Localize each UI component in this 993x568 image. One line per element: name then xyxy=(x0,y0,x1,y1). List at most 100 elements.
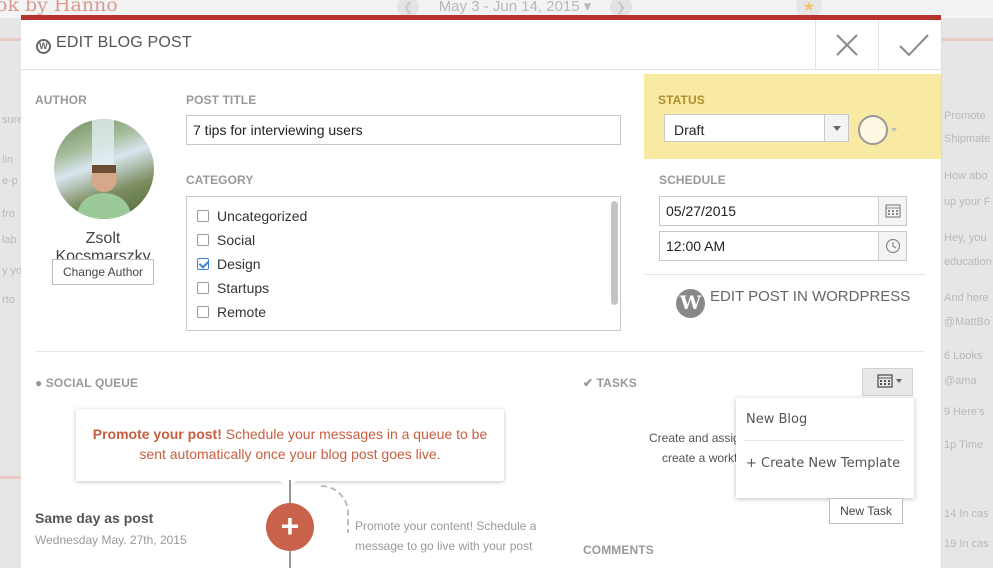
timeline-title: Same day as post xyxy=(35,510,154,526)
category-label-text: Startups xyxy=(217,280,270,296)
category-item-social[interactable]: Social xyxy=(197,232,255,248)
plus-icon: + xyxy=(280,508,300,544)
status-label: STATUS xyxy=(658,93,705,107)
checkbox[interactable] xyxy=(197,306,209,318)
background-divider xyxy=(942,38,993,41)
category-label-text: Social xyxy=(217,232,256,248)
callout-bold: Promote your post! xyxy=(92,426,222,442)
schedule-date-value: 05/27/2015 xyxy=(666,203,737,219)
background-text: And here xyxy=(944,292,989,304)
background-text: 1p Time xyxy=(944,439,984,451)
background-text: Hey, you xyxy=(944,232,987,244)
checkmark-small-icon: ✔ xyxy=(583,376,597,390)
category-item-remote[interactable]: Remote xyxy=(197,304,266,320)
new-task-button[interactable]: New Task xyxy=(829,498,903,524)
close-button[interactable] xyxy=(815,20,878,70)
modal-header: W EDIT BLOG POST xyxy=(21,20,941,70)
change-author-button[interactable]: Change Author xyxy=(52,259,154,285)
save-button[interactable] xyxy=(878,20,941,70)
category-item-startups[interactable]: Startups xyxy=(197,280,269,296)
clock-icon[interactable] xyxy=(878,232,906,260)
tasks-heading: ✔ TASKS xyxy=(583,376,637,390)
chevron-down-icon xyxy=(824,115,848,141)
status-color-picker[interactable] xyxy=(858,115,888,145)
speech-bubble-icon: ● xyxy=(35,376,46,390)
checkbox[interactable] xyxy=(197,282,209,294)
modal-title: W EDIT BLOG POST xyxy=(36,34,192,54)
avatar xyxy=(54,119,154,219)
add-message-button[interactable]: + xyxy=(266,503,314,551)
comments-label: COMMENTS xyxy=(583,543,654,557)
calendar-icon[interactable] xyxy=(878,197,906,225)
background-divider xyxy=(0,38,21,41)
section-divider xyxy=(35,351,925,352)
template-dropdown-menu: New Blog + Create New Template xyxy=(736,398,914,498)
category-list: Uncategorized Social Design Startups Rem… xyxy=(186,196,621,331)
callout-line-2: sent automatically once your blog post g… xyxy=(139,446,441,462)
background-text: Shipmate xyxy=(944,133,991,145)
background-text: 9 Here's xyxy=(944,406,985,418)
wordpress-icon: W xyxy=(36,39,51,54)
background-left-column: sure lin e-p fro lab y yo rto xyxy=(0,18,21,568)
callout-text: Schedule your messages in a queue to be xyxy=(225,426,488,442)
dashed-arrow xyxy=(321,485,349,533)
status-value: Draft xyxy=(674,122,705,138)
background-text: lin xyxy=(2,154,14,166)
menu-divider xyxy=(744,440,904,441)
post-title-label: POST TITLE xyxy=(186,93,257,107)
background-text: Promote xyxy=(944,110,986,122)
edit-blog-post-modal: W EDIT BLOG POST AUTHOR Zsolt Kocsmarszky… xyxy=(21,15,941,568)
callout-line-1: Promote your post! Schedule your message… xyxy=(76,424,504,444)
tasks-empty-line-2: create a workf xyxy=(662,451,738,465)
schedule-label: SCHEDULE xyxy=(659,173,726,187)
checkbox[interactable] xyxy=(197,234,209,246)
edit-in-wordpress-link[interactable]: W EDIT POST IN WORDPRESS xyxy=(676,288,910,318)
schedule-date-input[interactable]: 05/27/2015 xyxy=(659,196,907,226)
background-text: up your F xyxy=(944,196,991,208)
background-text: How abo xyxy=(944,170,988,182)
divider xyxy=(644,274,926,275)
status-select[interactable]: Draft xyxy=(664,114,849,142)
date-range-caret-icon: ▾ xyxy=(579,0,592,15)
status-panel: STATUS Draft xyxy=(644,74,941,159)
tasks-label: TASKS xyxy=(596,376,637,390)
edit-in-wordpress-text: EDIT POST IN WORDPRESS xyxy=(710,288,911,305)
schedule-time-value: 12:00 AM xyxy=(666,238,726,254)
category-scrollbar[interactable] xyxy=(611,201,618,305)
checkbox-checked[interactable] xyxy=(197,258,209,270)
background-text: education xyxy=(944,256,992,268)
schedule-time-input[interactable]: 12:00 AM xyxy=(659,231,907,261)
close-icon xyxy=(836,34,858,56)
background-text: @ama xyxy=(944,375,977,387)
category-item-design[interactable]: Design xyxy=(197,256,261,272)
background-text: 6 Looks xyxy=(944,350,983,362)
hint-line-2: message to go live with your post xyxy=(355,539,533,553)
post-title-input[interactable]: 7 tips for interviewing users xyxy=(186,115,621,145)
checkbox[interactable] xyxy=(197,210,209,222)
modal-title-text: EDIT BLOG POST xyxy=(56,34,192,51)
checkmark-icon xyxy=(899,34,929,57)
background-right-column: Promote Shipmate How abo up your F Hey, … xyxy=(942,18,993,568)
category-label: CATEGORY xyxy=(186,173,254,187)
background-divider xyxy=(0,476,21,479)
template-menu-button[interactable] xyxy=(862,368,913,396)
background-text: lab xyxy=(2,234,17,246)
background-text: e-p xyxy=(2,175,18,187)
background-text: sure xyxy=(2,114,21,126)
category-label-text: Design xyxy=(217,256,261,272)
hint-line-1: Promote your content! Schedule a xyxy=(355,519,537,533)
category-item-uncategorized[interactable]: Uncategorized xyxy=(197,208,307,224)
background-text: rto xyxy=(2,294,15,306)
menu-item-create-template[interactable]: + Create New Template xyxy=(746,456,900,471)
tasks-empty-line-1: Create and assig xyxy=(649,431,740,445)
category-label-text: Remote xyxy=(217,304,267,320)
promote-callout: Promote your post! Schedule your message… xyxy=(76,409,504,489)
background-text: @MattBo xyxy=(944,316,991,328)
background-brand: ok by Hanno xyxy=(0,0,118,16)
background-text: 19 In cas xyxy=(944,538,989,550)
author-label: AUTHOR xyxy=(35,93,87,107)
menu-item-new-blog[interactable]: New Blog xyxy=(746,412,807,427)
color-picker-caret-icon xyxy=(891,128,897,135)
background-text: fro xyxy=(2,208,15,220)
template-grid-icon xyxy=(876,374,902,388)
